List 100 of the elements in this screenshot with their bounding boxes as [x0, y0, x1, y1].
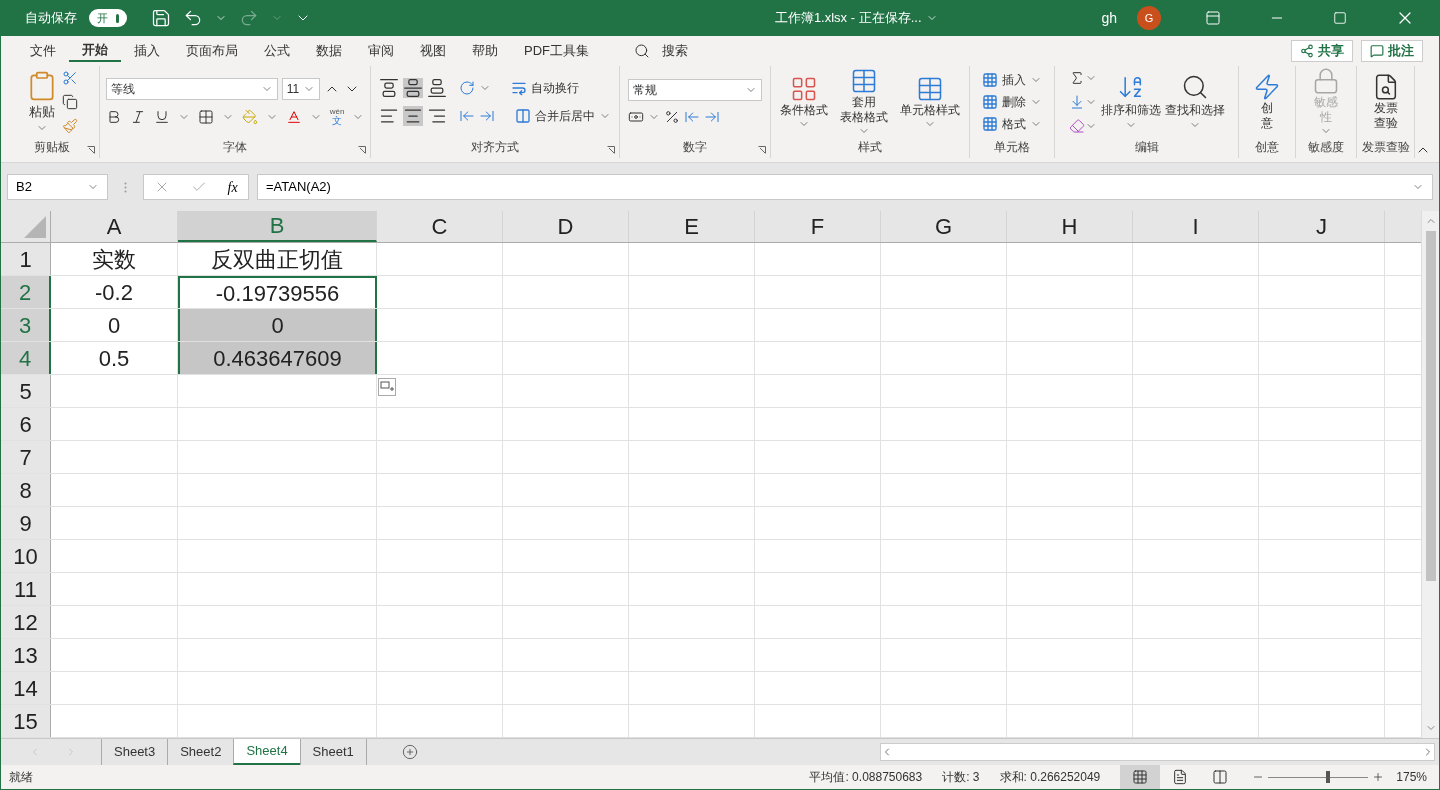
zoom-level[interactable]: 175% [1396, 768, 1427, 786]
decrease-indent-icon[interactable] [459, 108, 475, 124]
group-label: 编辑 [1134, 139, 1159, 156]
currency-icon[interactable] [628, 109, 644, 125]
insert-function-button[interactable]: fx [227, 176, 238, 198]
maximize-icon[interactable] [1333, 11, 1347, 25]
cells-button[interactable]: 格式 [982, 115, 1042, 133]
underline-icon[interactable] [153, 109, 170, 125]
fill-color-icon[interactable] [241, 109, 258, 125]
dialog-launcher-icon[interactable] [358, 146, 366, 154]
align-top-icon[interactable] [379, 78, 399, 98]
menu-tab[interactable]: 页面布局 [173, 39, 251, 63]
column-header[interactable]: I [1133, 211, 1259, 242]
number-format-field[interactable]: 常规 [628, 79, 762, 101]
ribbon-button[interactable]: 发票 查验 [1371, 73, 1400, 131]
ribbon-button[interactable]: 创 意 [1253, 73, 1281, 131]
menu-tab[interactable]: 插入 [121, 39, 173, 63]
font-size-field[interactable]: 11 [281, 78, 320, 100]
menu-tab[interactable]: 文件 [17, 39, 69, 63]
column-header[interactable]: C [377, 211, 503, 242]
wrap-text-button[interactable]: 自动换行 [511, 79, 579, 97]
menu-tab[interactable]: PDF工具集 [511, 39, 602, 63]
menu-tab[interactable]: 公式 [251, 39, 303, 63]
view-button[interactable] [1120, 765, 1161, 789]
group-label: 数字 [683, 139, 707, 156]
row-header[interactable]: 15 [1, 705, 51, 737]
column-header[interactable]: J [1259, 211, 1385, 242]
row-header[interactable]: 3 [1, 309, 51, 341]
autosave-toggle[interactable]: 开 [89, 9, 127, 27]
share-button[interactable]: 共享 [1291, 40, 1353, 62]
zoom-slider[interactable] [1268, 771, 1369, 783]
column-header[interactable]: F [755, 211, 881, 242]
row-header[interactable]: 2 [1, 276, 51, 308]
quick-analysis-icon[interactable] [378, 378, 396, 396]
zoom-in-icon[interactable] [1372, 771, 1385, 783]
font-color-icon[interactable] [285, 109, 302, 125]
align-middle-icon[interactable] [403, 78, 423, 98]
row-header[interactable]: 7 [1, 441, 51, 473]
vertical-scrollbar[interactable] [1421, 211, 1439, 738]
menu-tab[interactable]: 帮助 [459, 39, 511, 63]
eraser-icon[interactable] [1068, 118, 1085, 134]
borders-icon[interactable] [197, 109, 214, 125]
row-header[interactable]: 6 [1, 408, 51, 440]
comments-button[interactable]: 批注 [1361, 40, 1423, 62]
editing-button[interactable]: 排序和筛选 [1100, 73, 1161, 131]
column-header[interactable]: H [1007, 211, 1133, 242]
percent-icon[interactable] [664, 109, 680, 125]
formula-field[interactable]: =ATAN(A2) [257, 174, 1433, 200]
phonetic-guide-button[interactable]: wén 文 [329, 108, 345, 126]
undo-icon[interactable] [183, 8, 203, 28]
user-avatar[interactable]: G [1137, 6, 1161, 30]
menu-tab[interactable]: 审阅 [355, 39, 407, 63]
row-header[interactable]: 9 [1, 507, 51, 539]
row-header[interactable]: 5 [1, 375, 51, 407]
merge-center-button[interactable]: 合并后居中 [515, 107, 611, 125]
horizontal-scrollbar[interactable] [880, 743, 1435, 761]
name-box[interactable]: B2 [7, 174, 108, 200]
style-button[interactable]: 套用 表格格式 [836, 67, 892, 137]
column-header[interactable]: G [881, 211, 1007, 242]
status-text: 就绪 [8, 769, 33, 786]
cells-button[interactable]: 插入 [982, 71, 1042, 89]
search-button[interactable]: 搜索 [626, 41, 696, 61]
row-header[interactable]: 12 [1, 606, 51, 638]
drag-handle-icon[interactable] [124, 181, 127, 193]
user-name: gh [1101, 8, 1117, 28]
style-button[interactable]: 单元格样式 [896, 74, 964, 130]
row-header[interactable]: 14 [1, 672, 51, 704]
zoom-thumb[interactable] [1326, 771, 1331, 783]
add-sheet-icon[interactable] [401, 744, 418, 760]
format-painter-icon[interactable] [62, 118, 78, 134]
ribbon-display-icon[interactable] [1205, 10, 1221, 26]
dialog-launcher-icon[interactable] [607, 146, 615, 154]
font-name-field[interactable]: 等线 [105, 78, 278, 100]
merge-icon [515, 108, 531, 124]
menu-tab[interactable]: 视图 [407, 39, 459, 63]
save-icon[interactable] [151, 8, 171, 28]
paste-button[interactable]: 粘贴 [26, 70, 58, 134]
row-header[interactable]: 1 [1, 243, 51, 275]
column-header[interactable]: E [629, 211, 755, 242]
menu-tab[interactable]: 数据 [303, 39, 355, 63]
increase-indent-icon[interactable] [479, 108, 495, 124]
editing-button[interactable]: 查找和选择 [1164, 73, 1225, 131]
copy-icon[interactable] [62, 94, 78, 110]
cells-button[interactable]: 删除 [982, 93, 1042, 111]
column-header[interactable]: D [503, 211, 629, 242]
column-header[interactable]: B [178, 211, 377, 242]
align-bottom-icon[interactable] [427, 78, 447, 98]
row-header[interactable]: 13 [1, 639, 51, 671]
row-header[interactable]: 8 [1, 474, 51, 506]
cut-icon[interactable] [62, 70, 78, 86]
align-center-icon[interactable] [403, 106, 423, 126]
table-cell: 实数 [51, 243, 178, 275]
row-header[interactable]: 10 [1, 540, 51, 572]
sheet-tab[interactable]: Sheet4 [233, 739, 300, 765]
row-header[interactable]: 11 [1, 573, 51, 605]
style-button[interactable]: 条件格式 [776, 74, 832, 130]
dialog-launcher-icon[interactable] [87, 146, 95, 154]
orientation-icon[interactable] [459, 80, 475, 96]
row-header[interactable]: 4 [1, 342, 51, 374]
dialog-launcher-icon[interactable] [758, 146, 766, 154]
